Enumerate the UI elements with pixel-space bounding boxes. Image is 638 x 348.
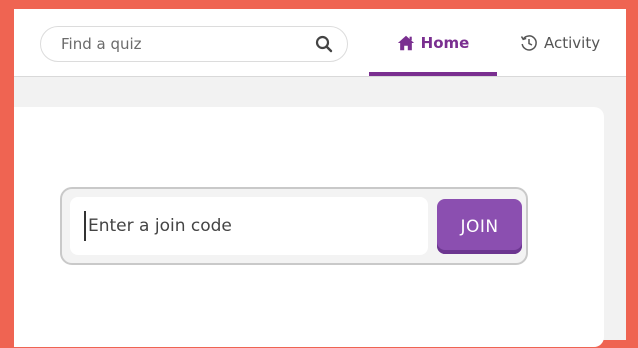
tab-activity-label: Activity [544,33,601,52]
top-header: Home Activity [14,9,626,77]
history-icon [520,34,537,51]
tab-home[interactable]: Home [369,9,497,76]
join-code-input[interactable] [84,211,418,241]
main-content: JOIN [14,77,626,347]
join-code-field-wrapper [70,197,428,255]
frame-corner [0,0,12,11]
join-button[interactable]: JOIN [437,199,522,254]
tab-home-label: Home [420,33,470,52]
tab-activity[interactable]: Activity [508,9,626,76]
search-input[interactable] [61,27,301,61]
quiz-search-box[interactable] [40,26,348,62]
join-code-box: JOIN [60,187,528,265]
join-card: JOIN [14,107,604,347]
home-icon [397,35,414,50]
search-icon[interactable] [315,35,333,53]
